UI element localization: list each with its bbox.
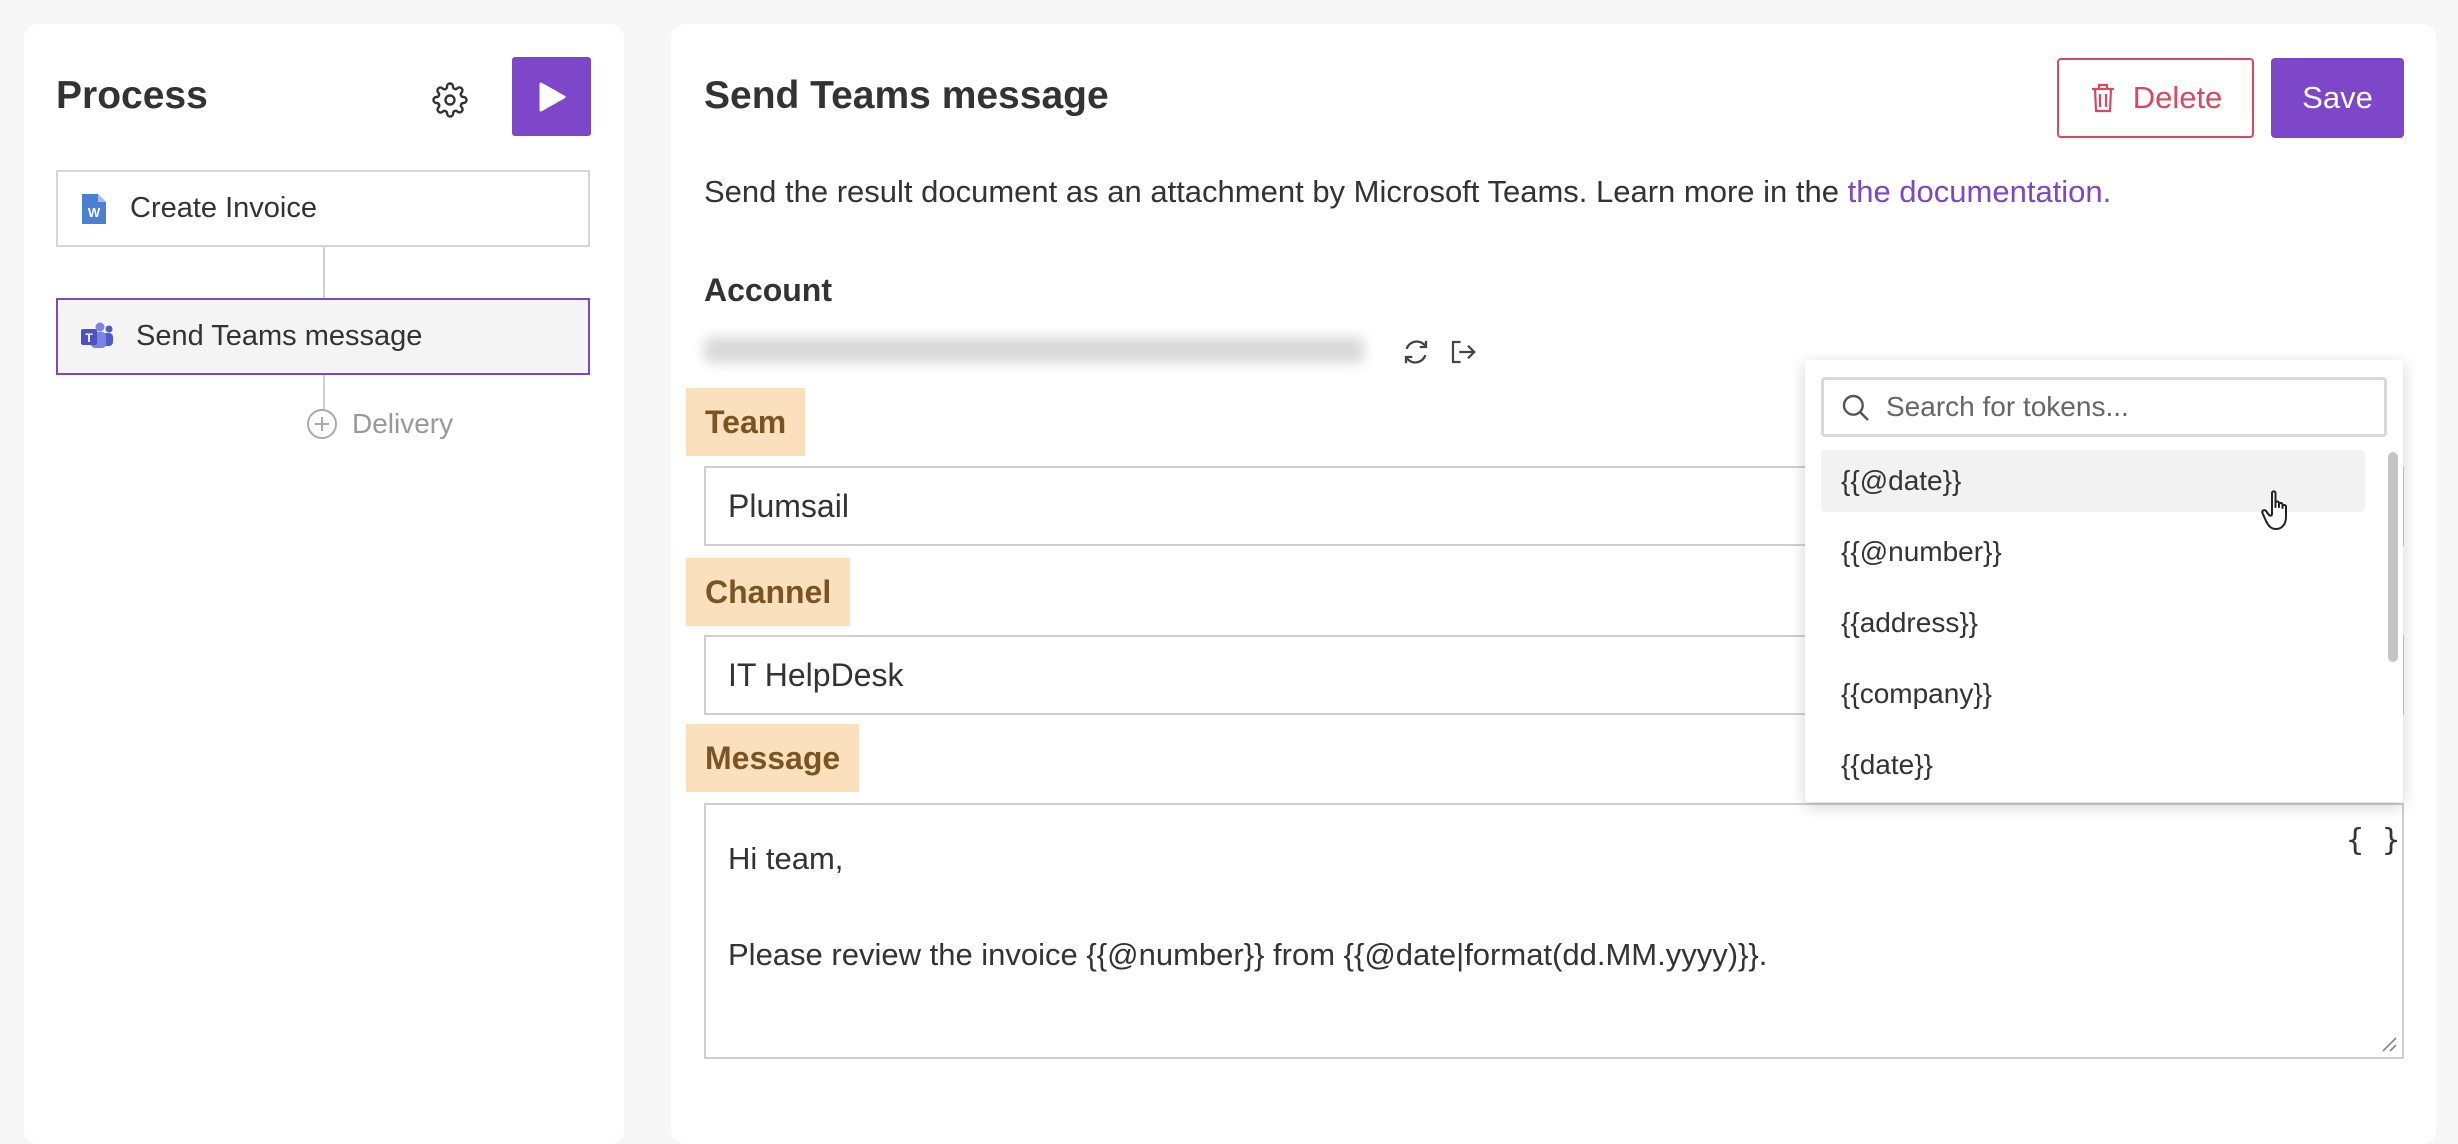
step-description: Send the result document as an attachmen… <box>704 174 2111 210</box>
delete-label: Delete <box>2132 80 2223 115</box>
hand-cursor-icon <box>2261 490 2287 530</box>
message-textarea[interactable]: Hi team, Please review the invoice {{@nu… <box>704 803 2404 1059</box>
step-label: Create Invoice <box>130 192 317 224</box>
insert-token-braces-icon[interactable]: { } <box>2346 823 2400 858</box>
save-button[interactable]: Save <box>2271 58 2404 138</box>
description-text: Send the result document as an attachmen… <box>704 174 1848 209</box>
process-panel: Process W Create Invoice T Send Teams me… <box>24 24 624 1144</box>
message-line: Please review the invoice {{@number}} fr… <box>728 937 1768 972</box>
step-create-invoice[interactable]: W Create Invoice <box>56 170 590 247</box>
step-send-teams-message[interactable]: T Send Teams message <box>56 298 590 375</box>
token-picker-dropdown: Search for tokens... {{@date}} {{@number… <box>1805 360 2403 802</box>
refresh-icon[interactable] <box>1398 334 1434 370</box>
message-label: Message <box>686 724 860 792</box>
token-item-address[interactable]: {{address}} <box>1821 592 2365 654</box>
plus-circle-icon <box>307 409 337 439</box>
account-email-blurred <box>704 337 1364 363</box>
process-title: Process <box>56 74 208 117</box>
resize-handle-icon[interactable] <box>2379 1034 2397 1052</box>
settings-gear-icon[interactable] <box>426 76 474 124</box>
play-icon <box>539 82 565 111</box>
editor-title: Send Teams message <box>704 74 1109 117</box>
sign-out-icon[interactable] <box>1445 334 1481 370</box>
svg-text:T: T <box>85 331 93 345</box>
delete-button[interactable]: Delete <box>2057 58 2254 138</box>
svg-text:W: W <box>88 205 101 220</box>
search-icon <box>1842 394 1869 421</box>
word-doc-icon: W <box>82 193 106 224</box>
channel-label: Channel <box>686 558 851 626</box>
teams-icon: T <box>81 322 113 348</box>
token-item-company[interactable]: {{company}} <box>1821 663 2365 725</box>
add-delivery-button[interactable]: Delivery <box>306 408 453 440</box>
token-list-scrollbar[interactable] <box>2388 452 2398 662</box>
run-process-button[interactable] <box>512 57 591 136</box>
step-label: Send Teams message <box>136 320 423 352</box>
token-search-input[interactable]: Search for tokens... <box>1821 377 2387 437</box>
documentation-link[interactable]: the documentation. <box>1848 174 2112 209</box>
team-label: Team <box>686 388 806 456</box>
trash-icon <box>2091 83 2114 113</box>
account-label: Account <box>704 272 832 308</box>
token-item-date[interactable]: {{date}} <box>1821 734 2365 796</box>
message-line: Hi team, <box>728 841 844 876</box>
add-delivery-label: Delivery <box>352 408 454 439</box>
